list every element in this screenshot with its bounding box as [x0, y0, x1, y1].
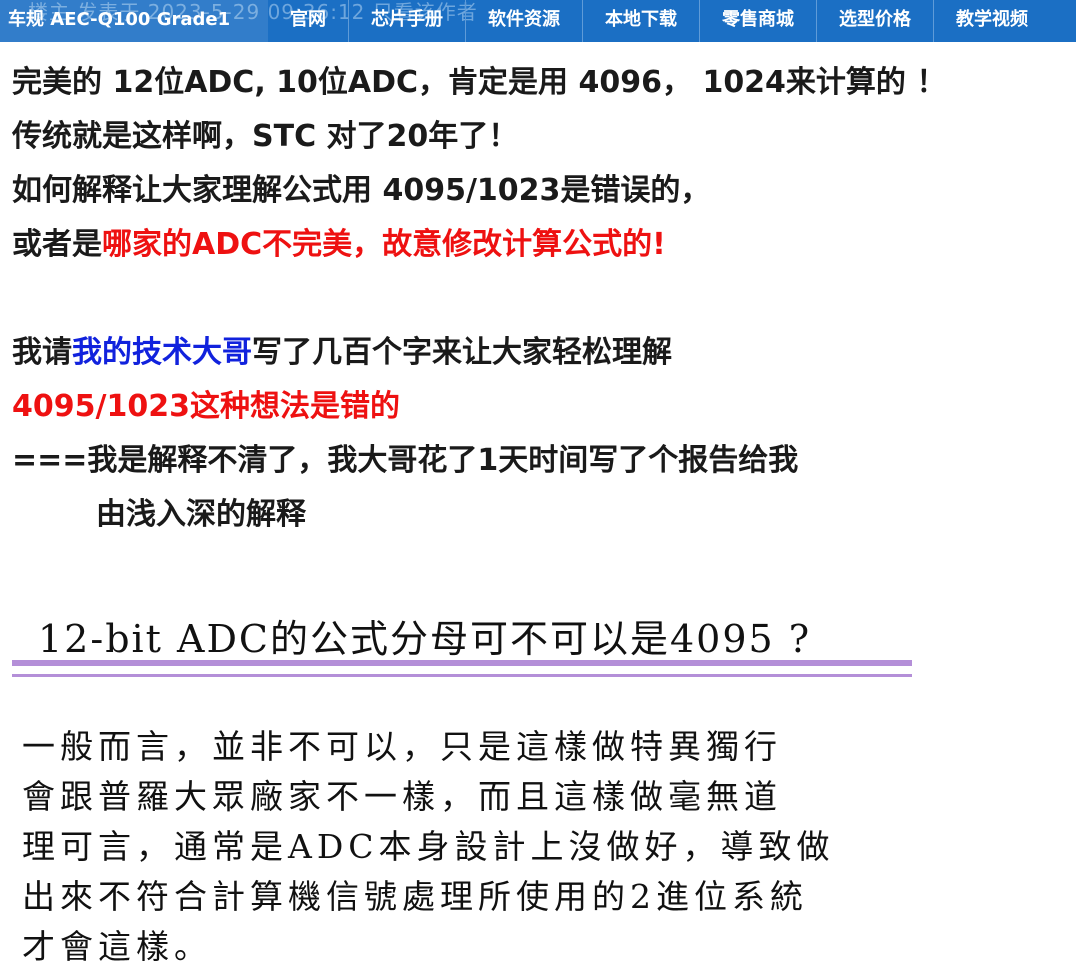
- post-line-3: 如何解释让大家理解公式用 4095/1023是错误的，: [12, 173, 711, 208]
- report-divider-thin: [12, 674, 912, 677]
- report-divider-thick: [12, 660, 912, 666]
- nav-item-video[interactable]: 教学视频: [933, 0, 1050, 42]
- nav-item-datasheet[interactable]: 芯片手册: [348, 0, 465, 42]
- post-line-4-highlight: 哪家的ADC不完美，故意修改计算公式的: [102, 227, 653, 262]
- post-content: 完美的 12位ADC, 10位ADC，肯定是用 4096， 1024来计算的 ！…: [12, 56, 1072, 542]
- report-line-3: 理可言，通常是ADC本身設計上沒做好，導致做: [22, 827, 835, 866]
- nav-menu: 官网 芯片手册 软件资源 本地下载 零售商城 选型价格 教学视频: [268, 0, 1050, 42]
- nav-item-shop[interactable]: 零售商城: [699, 0, 816, 42]
- nav-item-download[interactable]: 本地下载: [582, 0, 699, 42]
- post-line-5-highlight: 我的技术大哥: [72, 335, 252, 370]
- nav-item-software[interactable]: 软件资源: [465, 0, 582, 42]
- post-line-7: ===我是解释不清了，我大哥花了1天时间写了个报告给我: [12, 443, 799, 478]
- post-line-5: 我请我的技术大哥写了几百个字来让大家轻松理解: [12, 326, 1072, 380]
- post-line-5-end: 写了几百个字来让大家轻松理解: [252, 335, 672, 370]
- post-line-4-start: 或者是: [12, 227, 102, 262]
- post-line-4: 或者是哪家的ADC不完美，故意修改计算公式的!: [12, 218, 1072, 272]
- nav-item-pricing[interactable]: 选型价格: [816, 0, 933, 42]
- report-line-4: 出來不符合計算機信號處理所使用的2進位系統: [22, 877, 808, 916]
- nav-brand-link[interactable]: 车规 AEC-Q100 Grade1: [0, 0, 268, 42]
- post-line-6: 4095/1023这种想法是错的: [12, 389, 400, 424]
- report-title: 12-bit ADC的公式分母可不可以是4095 ?: [38, 617, 812, 661]
- nav-item-official-site[interactable]: 官网: [268, 0, 348, 42]
- post-line-5-start: 我请: [12, 335, 72, 370]
- post-line-8: 由浅入深的解释: [96, 497, 306, 532]
- post-line-1: 完美的 12位ADC, 10位ADC，肯定是用 4096， 1024来计算的 ！: [12, 65, 947, 100]
- report-line-1: 一般而言，並非不可以，只是這樣做特異獨行: [22, 727, 782, 766]
- report-body: 一般而言，並非不可以，只是這樣做特異獨行 會跟普羅大眾廠家不一樣，而且這樣做毫無…: [22, 722, 902, 972]
- post-line-2: 传统就是这样啊，STC 对了20年了！: [12, 119, 519, 154]
- report-image: 12-bit ADC的公式分母可不可以是4095 ? 一般而言，並非不可以，只是…: [12, 600, 912, 966]
- top-navbar: 楼主 发表于 2023-5-29 09:36:12 只看该作者 车规 AEC-Q…: [0, 0, 1076, 42]
- post-line-4-end: !: [652, 227, 666, 262]
- report-line-2: 會跟普羅大眾廠家不一樣，而且這樣做毫無道: [22, 777, 782, 816]
